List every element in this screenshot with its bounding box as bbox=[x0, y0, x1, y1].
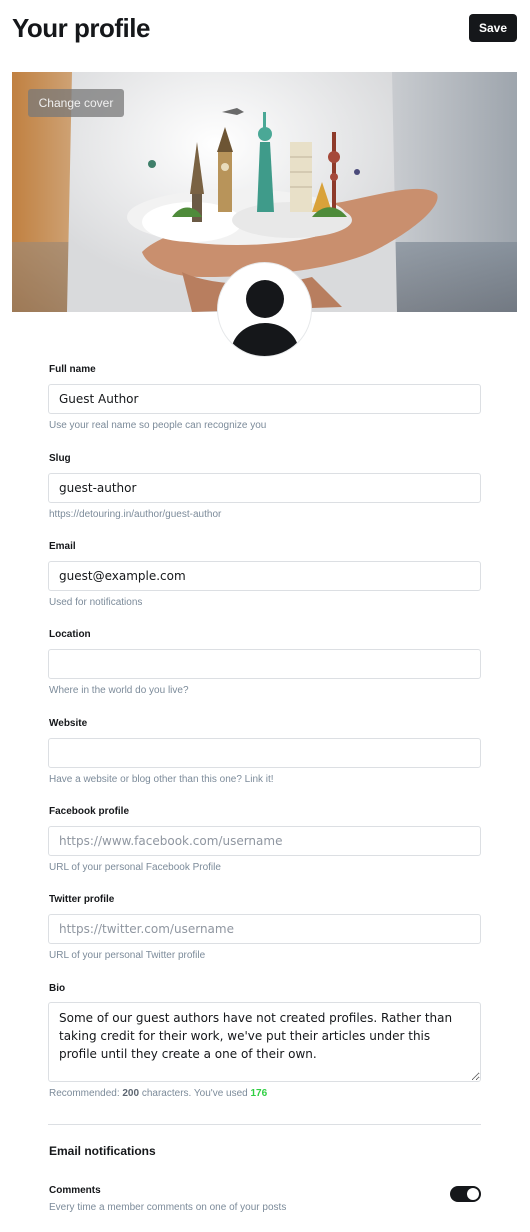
bio-used-count: 176 bbox=[250, 1088, 268, 1099]
twitter-input[interactable] bbox=[48, 914, 481, 944]
website-hint: Have a website or blog other than this o… bbox=[49, 774, 274, 785]
bio-character-count: Recommended: 200 characters. You've used… bbox=[49, 1088, 267, 1099]
page-title: Your profile bbox=[12, 13, 150, 43]
location-input[interactable] bbox=[48, 649, 481, 679]
save-button[interactable]: Save bbox=[469, 14, 517, 42]
full-name-label: Full name bbox=[49, 364, 96, 375]
toggle-knob bbox=[467, 1188, 479, 1200]
website-label: Website bbox=[49, 718, 88, 729]
email-hint: Used for notifications bbox=[49, 597, 143, 608]
bio-hint-middle: characters. You've used bbox=[141, 1088, 248, 1099]
bio-recommended-count: 200 bbox=[122, 1088, 140, 1099]
location-hint: Where in the world do you live? bbox=[49, 685, 189, 696]
avatar[interactable] bbox=[217, 262, 312, 357]
email-label: Email bbox=[49, 541, 76, 552]
facebook-hint: URL of your personal Facebook Profile bbox=[49, 862, 221, 873]
email-input[interactable] bbox=[48, 561, 481, 591]
user-silhouette-icon bbox=[231, 280, 299, 356]
section-divider bbox=[48, 1124, 481, 1125]
page-header: Your profile Save bbox=[12, 12, 518, 46]
comments-notification-description: Every time a member comments on one of y… bbox=[49, 1202, 287, 1213]
location-label: Location bbox=[49, 629, 91, 640]
bio-label: Bio bbox=[49, 983, 66, 994]
twitter-hint: URL of your personal Twitter profile bbox=[49, 950, 206, 961]
full-name-input[interactable] bbox=[48, 384, 481, 414]
slug-input[interactable] bbox=[48, 473, 481, 503]
bio-textarea[interactable]: Some of our guest authors have not creat… bbox=[48, 1002, 481, 1082]
slug-hint: https://detouring.in/author/guest-author bbox=[49, 509, 222, 520]
slug-label: Slug bbox=[49, 453, 71, 464]
website-input[interactable] bbox=[48, 738, 481, 768]
full-name-hint: Use your real name so people can recogni… bbox=[49, 420, 267, 431]
bio-hint-prefix: Recommended: bbox=[49, 1088, 120, 1099]
facebook-label: Facebook profile bbox=[49, 806, 130, 817]
twitter-label: Twitter profile bbox=[49, 894, 115, 905]
facebook-input[interactable] bbox=[48, 826, 481, 856]
comments-notification-toggle[interactable] bbox=[450, 1186, 481, 1202]
change-cover-button[interactable]: Change cover bbox=[28, 89, 124, 117]
email-notifications-heading: Email notifications bbox=[49, 1144, 156, 1158]
comments-notification-label: Comments bbox=[49, 1185, 101, 1196]
